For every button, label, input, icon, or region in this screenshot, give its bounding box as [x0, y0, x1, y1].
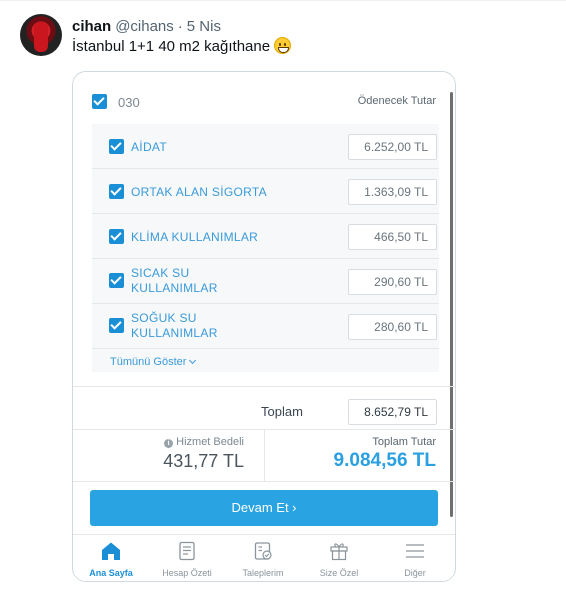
grinning-face-emoji-icon: [274, 37, 292, 54]
avatar[interactable]: [20, 14, 62, 56]
tab-label: Taleplerim: [242, 568, 284, 578]
divider: [264, 429, 265, 481]
grand-total-label: Toplam Tutar: [372, 436, 436, 448]
home-icon: [102, 542, 120, 560]
payment-app-screen: 030 Ödenecek Tutar AİDAT 6.252,00 TL ORT…: [73, 72, 455, 581]
tab-statement[interactable]: Hesap Özeti: [149, 535, 225, 581]
tab-requests[interactable]: Taleplerim: [225, 535, 301, 581]
chevron-down-icon: [189, 356, 197, 365]
list-item: SOĞUK SU KULLANIMLAR 280,60 TL: [92, 304, 439, 349]
item-checkbox[interactable]: [109, 318, 124, 333]
tweet-media-image[interactable]: 030 Ödenecek Tutar AİDAT 6.252,00 TL ORT…: [72, 71, 456, 582]
item-label: ORTAK ALAN SİGORTA: [131, 185, 267, 199]
tab-label: Ana Sayfa: [89, 568, 133, 578]
item-label: KLİMA KULLANIMLAR: [131, 230, 259, 244]
item-checkbox[interactable]: [109, 139, 124, 154]
tab-home[interactable]: Ana Sayfa: [73, 535, 149, 581]
service-fee-label[interactable]: i Hizmet Bedeli: [164, 436, 244, 448]
service-fee-label-text: Hizmet Bedeli: [176, 436, 244, 448]
item-label: AİDAT: [131, 140, 167, 154]
items-panel: AİDAT 6.252,00 TL ORTAK ALAN SİGORTA 1.3…: [92, 124, 439, 372]
item-label: SICAK SU KULLANIMLAR: [131, 266, 218, 295]
show-all-link[interactable]: Tümünü Göster: [110, 356, 197, 368]
separator-dot: ·: [177, 17, 183, 35]
tab-more[interactable]: Diğer: [377, 535, 453, 581]
total-label: Toplam: [261, 404, 303, 419]
item-amount: 1.363,09 TL: [348, 179, 437, 205]
user-handle[interactable]: @cihans: [115, 18, 174, 35]
account-label: 030: [118, 95, 140, 110]
tweet: cihan @cihans · 5 Nis İstanbul 1+1 40 m2…: [0, 0, 566, 589]
item-amount: 290,60 TL: [348, 269, 437, 295]
gift-icon: [330, 543, 348, 561]
service-fee-value: 431,77 TL: [163, 451, 244, 471]
tweet-text: İstanbul 1+1 40 m2 kağıthane: [72, 37, 292, 57]
list-item: KLİMA KULLANIMLAR 466,50 TL: [92, 214, 439, 259]
tab-label: Hesap Özeti: [162, 568, 212, 578]
tweet-header: cihan @cihans · 5 Nis: [72, 16, 221, 36]
totals-summary: i Hizmet Bedeli 431,77 TL Toplam Tutar 9.…: [73, 429, 455, 481]
account-checkbox[interactable]: [92, 94, 107, 109]
statement-icon: [179, 541, 195, 561]
show-all-label: Tümünü Göster: [110, 356, 187, 368]
continue-button[interactable]: Devam Et ›: [90, 490, 438, 526]
grand-total-value: 9.084,56 TL: [333, 450, 436, 471]
item-amount: 6.252,00 TL: [348, 134, 437, 160]
bottom-tab-bar: Ana Sayfa Hesap Özeti Taleplerim Size Öz…: [73, 534, 455, 581]
item-checkbox[interactable]: [109, 184, 124, 199]
divider: [73, 386, 455, 387]
menu-icon: [406, 544, 424, 558]
divider: [92, 348, 439, 349]
item-amount: 466,50 TL: [348, 224, 437, 250]
tab-label: Diğer: [404, 568, 426, 578]
user-name[interactable]: cihan: [72, 18, 111, 35]
tweet-date[interactable]: 5 Nis: [187, 18, 221, 35]
item-amount: 280,60 TL: [348, 314, 437, 340]
divider: [73, 481, 455, 482]
info-icon[interactable]: i: [164, 439, 174, 448]
tweet-text-content: İstanbul 1+1 40 m2 kağıthane: [72, 38, 271, 55]
tab-personal[interactable]: Size Özel: [301, 535, 377, 581]
item-label: SOĞUK SU KULLANIMLAR: [131, 311, 218, 340]
total-value: 8.652,79 TL: [348, 399, 437, 425]
item-checkbox[interactable]: [109, 273, 124, 288]
item-checkbox[interactable]: [109, 229, 124, 244]
tab-label: Size Özel: [319, 568, 359, 578]
list-item: SICAK SU KULLANIMLAR 290,60 TL: [92, 259, 439, 304]
divider: [0, 0, 566, 1]
list-item: ORTAK ALAN SİGORTA 1.363,09 TL: [92, 169, 439, 214]
amount-due-header: Ödenecek Tutar: [357, 95, 436, 107]
list-item: AİDAT 6.252,00 TL: [92, 124, 439, 169]
requests-icon: [254, 542, 272, 560]
